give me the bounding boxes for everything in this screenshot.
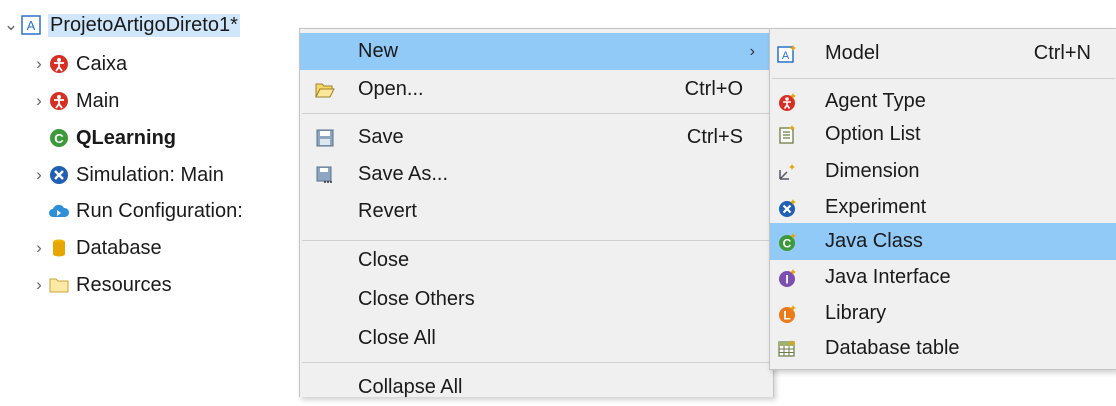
model-icon: A	[776, 43, 798, 65]
tree-item-label: QLearning	[76, 126, 177, 149]
chevron-right-icon[interactable]: ›	[30, 91, 48, 111]
submenu-item-database-table[interactable]: Database table	[770, 330, 1116, 367]
svg-text:C: C	[54, 131, 64, 146]
menu-separator	[302, 113, 771, 114]
open-folder-icon	[314, 79, 336, 101]
agent-type-icon	[48, 90, 70, 112]
chevron-down-icon[interactable]: ⌄	[2, 15, 20, 35]
java-class-icon: C	[776, 231, 798, 253]
agent-type-icon	[48, 53, 70, 75]
menu-item-new[interactable]: New ›	[300, 33, 773, 70]
submenu-item-java-class[interactable]: C Java Class	[770, 223, 1116, 260]
menu-item-close-all[interactable]: Close All	[300, 320, 773, 357]
submenu-item-model[interactable]: A Model Ctrl+N	[770, 35, 1116, 72]
menu-item-save-as[interactable]: Save As...	[300, 156, 773, 193]
svg-text:A: A	[27, 18, 36, 33]
save-as-icon	[314, 164, 336, 186]
database-table-icon	[776, 338, 798, 360]
menu-item-close-others[interactable]: Close Others	[300, 281, 773, 318]
chevron-right-icon[interactable]: ›	[30, 275, 48, 295]
menu-separator	[772, 78, 1115, 79]
tree-item-run-configuration[interactable]: Run Configuration:	[48, 194, 243, 228]
tree-item-qlearning[interactable]: C QLearning	[48, 121, 176, 155]
chevron-right-icon[interactable]: ›	[30, 238, 48, 258]
library-icon: L	[776, 303, 798, 325]
tree-item-simulation[interactable]: › Simulation: Main	[30, 158, 224, 192]
tree-item-database[interactable]: › Database	[30, 231, 162, 265]
tree-item-main[interactable]: › Main	[30, 84, 119, 118]
tree-item-label: Main	[76, 89, 120, 112]
submenu-item-experiment[interactable]: Experiment	[770, 189, 1116, 226]
project-label: ProjetoArtigoDireto1*	[48, 13, 240, 37]
menu-item-revert[interactable]: Revert	[300, 193, 773, 230]
menu-separator	[302, 240, 771, 241]
submenu-item-java-interface[interactable]: I Java Interface	[770, 259, 1116, 296]
database-icon	[48, 237, 70, 259]
dimension-icon	[776, 161, 798, 183]
submenu-item-agent-type[interactable]: Agent Type	[770, 83, 1116, 120]
menu-item-collapse-all[interactable]: Collapse All	[300, 369, 773, 406]
svg-text:C: C	[783, 236, 792, 250]
java-class-icon: C	[48, 127, 70, 149]
menu-item-open[interactable]: Open... Ctrl+O	[300, 71, 773, 108]
tree-item-project[interactable]: ⌄ A ProjetoArtigoDireto1*	[2, 8, 240, 42]
tree-item-label: Database	[76, 236, 162, 259]
tree-item-resources[interactable]: › Resources	[30, 268, 172, 302]
save-icon	[314, 127, 336, 149]
tree-item-caixa[interactable]: › Caixa	[30, 47, 127, 81]
menu-item-close[interactable]: Close	[300, 242, 773, 279]
menu-item-save[interactable]: Save Ctrl+S	[300, 119, 773, 156]
chevron-right-icon[interactable]: ›	[30, 165, 48, 185]
model-project-icon: A	[20, 14, 42, 36]
tree-item-label: Caixa	[76, 52, 128, 75]
submenu-item-option-list[interactable]: Option List	[770, 116, 1116, 153]
folder-icon	[48, 274, 70, 296]
agent-type-icon	[776, 91, 798, 113]
tree-item-label: Run Configuration:	[76, 199, 243, 222]
context-menu: New › Open... Ctrl+O Save Ctrl+S Save As…	[299, 28, 774, 398]
svg-text:A: A	[782, 50, 790, 62]
chevron-right-icon: ›	[749, 42, 755, 60]
experiment-icon	[776, 197, 798, 219]
svg-text:I: I	[785, 272, 788, 286]
menu-separator	[302, 362, 771, 363]
cloud-icon	[48, 200, 70, 222]
experiment-icon	[48, 164, 70, 186]
java-interface-icon: I	[776, 267, 798, 289]
chevron-right-icon[interactable]: ›	[30, 54, 48, 74]
submenu-item-dimension[interactable]: Dimension	[770, 153, 1116, 190]
new-submenu: A Model Ctrl+N Agent Type Option List Di…	[769, 28, 1116, 370]
tree-item-label: Resources	[76, 273, 172, 296]
submenu-item-library[interactable]: L Library	[770, 295, 1116, 332]
option-list-icon	[776, 124, 798, 146]
tree-item-label: Simulation: Main	[76, 163, 224, 186]
svg-text:L: L	[783, 308, 790, 322]
